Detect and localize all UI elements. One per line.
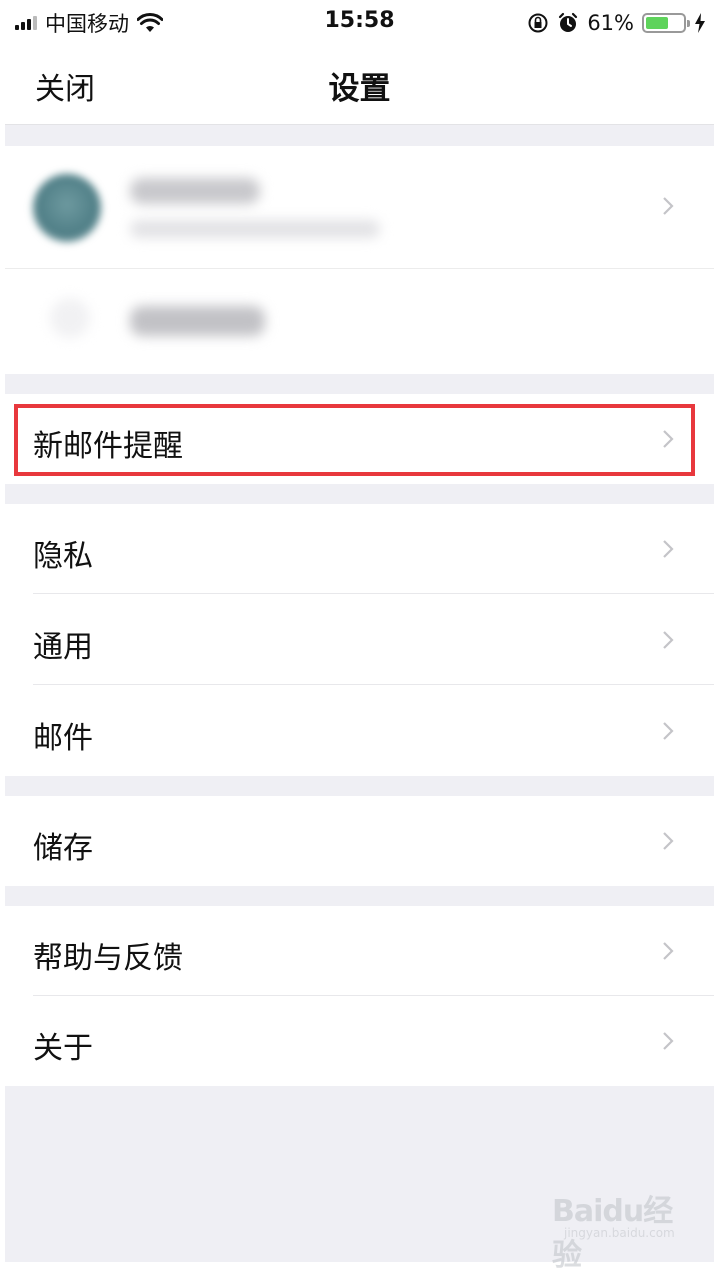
row-label: 帮助与反馈 [33,941,183,976]
row-label: 邮件 [33,721,93,756]
account-section [5,146,714,374]
row-label: 通用 [33,630,93,665]
row-label: 隐私 [33,539,93,574]
row-storage[interactable]: 储存 [5,796,714,886]
blurred-account-email [130,220,380,238]
navigation-bar: 关闭 设置 [5,46,714,125]
chevron-right-icon [663,942,674,960]
row-label: 关于 [33,1031,93,1066]
blurred-account-label [130,306,265,336]
page-title: 设置 [328,71,391,107]
blurred-account-icon [50,298,90,338]
row-mail[interactable]: 邮件 [5,686,714,776]
storage-section: 储存 [5,796,714,886]
chevron-right-icon [663,832,674,850]
account-row-secondary[interactable] [5,268,714,374]
chevron-right-icon [663,540,674,558]
row-privacy[interactable]: 隐私 [5,504,714,594]
chevron-right-icon [663,1032,674,1050]
chevron-right-icon [663,197,674,215]
row-about[interactable]: 关于 [5,996,714,1086]
battery-fill [646,17,668,29]
chevron-right-icon [663,631,674,649]
highlight-box [14,404,695,476]
account-row-primary[interactable] [5,146,714,269]
charging-bolt-icon [695,13,705,33]
status-bar: 中国移动 15:58 61% [5,0,714,46]
watermark-url: jingyan.baidu.com [564,1226,675,1240]
divider [33,593,714,594]
status-right: 61% [527,9,706,37]
settings-screen: 中国移动 15:58 61% 关闭 设置 新邮件提醒 隐私 通用 邮件 储存 帮… [5,0,714,1273]
chevron-right-icon [663,722,674,740]
row-general[interactable]: 通用 [5,595,714,685]
general-section: 隐私 通用 邮件 [5,504,714,776]
battery-percent: 61% [587,11,634,35]
avatar [33,174,101,242]
alarm-icon [559,12,578,32]
blurred-account-name [130,178,260,204]
row-label: 储存 [33,831,93,866]
baidu-watermark: Baidu经验 jingyan.baidu.com [546,1182,686,1273]
row-help-feedback[interactable]: 帮助与反馈 [5,906,714,996]
divider [33,684,714,685]
support-section: 帮助与反馈 关于 [5,906,714,1086]
battery-icon [642,13,690,33]
rotation-lock-icon [528,13,548,33]
